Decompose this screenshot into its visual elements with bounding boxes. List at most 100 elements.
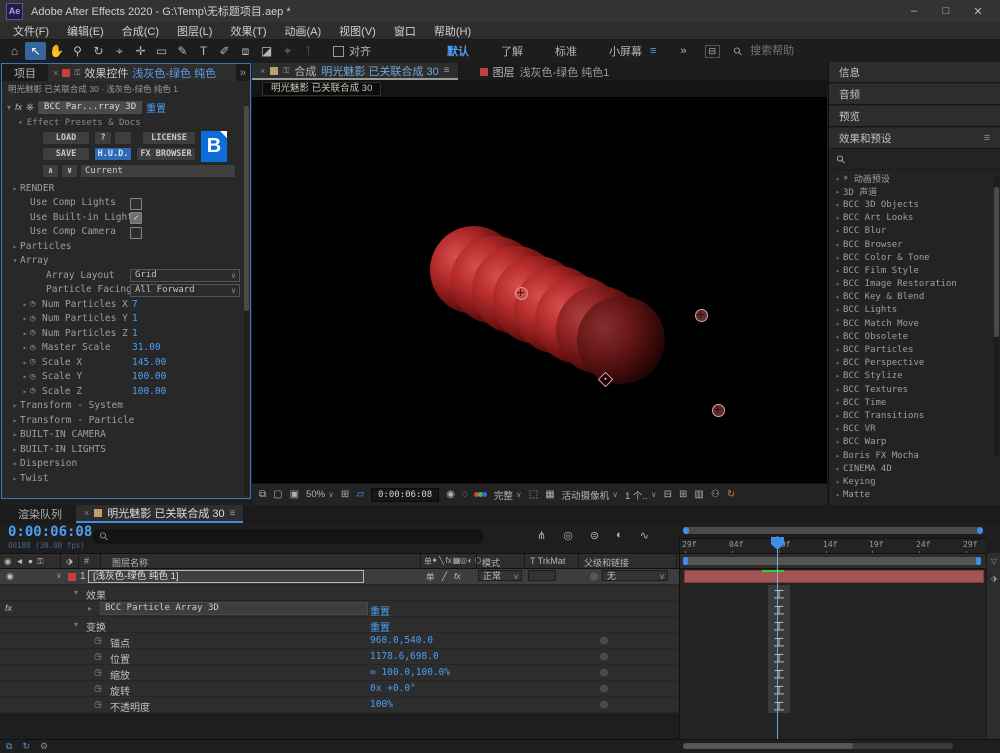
close-icon[interactable]: × <box>53 68 58 78</box>
property-value[interactable]: 100% <box>370 699 393 710</box>
effects-category[interactable]: ▸ Boris FX Mocha <box>829 449 1000 462</box>
param-value[interactable]: 1 <box>132 328 138 339</box>
twirl-icon[interactable]: ▸ <box>833 254 843 262</box>
transparency-grid-icon[interactable]: ▦ <box>545 489 554 500</box>
effects-category[interactable]: ▸ BCC Key & Blend <box>829 291 1000 304</box>
fast-previews-icon[interactable]: ▥ <box>694 489 703 500</box>
eye-icon[interactable]: ◉ <box>6 571 14 582</box>
view-layout-icon[interactable]: ⊟ <box>664 489 672 500</box>
layer-name[interactable]: [浅灰色-绿色 纯色 1] <box>88 570 364 583</box>
workspace-item[interactable]: 默认 <box>431 43 485 59</box>
keyframe-icon[interactable]: 工 <box>771 682 787 698</box>
effects-category[interactable]: ▸ 3D 声道 <box>829 185 1000 198</box>
property-label[interactable]: 旋转 <box>110 683 130 698</box>
menu-item[interactable]: 帮助(H) <box>425 23 480 39</box>
stopwatch-icon[interactable]: ◷ <box>94 635 102 646</box>
panel-menu-icon[interactable]: ≡ <box>230 508 236 519</box>
property-value[interactable]: ∞ 100.0,100.0% <box>370 667 450 678</box>
twirl-icon[interactable]: ▸ <box>833 372 843 380</box>
snapshot-icon[interactable]: ◉ <box>446 489 455 500</box>
effects-category[interactable]: ▸ BCC Blur <box>829 225 1000 238</box>
scrollbar-thumb[interactable] <box>244 106 249 311</box>
property-row[interactable]: ▾ 效果 工 <box>0 585 1000 601</box>
hud-button[interactable]: H.U.D. <box>94 147 132 161</box>
menu-item[interactable]: 图层(L) <box>168 23 221 39</box>
keyframe-icon[interactable]: 工 <box>771 618 787 634</box>
effect-param-row[interactable]: Use Comp Lights <box>2 196 245 211</box>
shield-icon[interactable]: ▽ <box>987 557 1000 566</box>
param-checkbox[interactable]: ✓ <box>130 212 142 224</box>
effects-category[interactable]: ▸ BCC Particles <box>829 343 1000 356</box>
timeline-h-scrollbar[interactable] <box>683 743 953 749</box>
mask-visibility-icon[interactable]: ▱ <box>356 489 364 500</box>
property-row[interactable]: ◷ 不透明度 100% ◎ 工 <box>0 697 1000 713</box>
stopwatch-icon[interactable]: ◷ <box>94 651 102 662</box>
stopwatch-icon[interactable]: ◷ <box>94 699 102 710</box>
effects-category[interactable]: ▸ BCC Lights <box>829 304 1000 317</box>
param-dropdown[interactable]: All Forward <box>130 284 240 297</box>
twirl-icon[interactable]: ▾ <box>74 620 78 629</box>
pan-behind-tool[interactable]: ✛ <box>130 42 151 60</box>
help-button[interactable]: ? <box>94 131 112 145</box>
brush-tool[interactable]: ✐ <box>214 42 235 60</box>
time-ruler[interactable]: 29f 04f 09f 14f 19f 24f 29f <box>680 538 986 554</box>
twirl-icon[interactable]: ▸ <box>833 465 843 473</box>
property-value[interactable]: 1178.6,698.0 <box>370 651 439 662</box>
timeline-settings-icon[interactable]: ⚙ <box>40 741 48 752</box>
gear-icon[interactable] <box>114 131 132 145</box>
track-divider[interactable] <box>679 535 680 739</box>
param-checkbox[interactable] <box>130 198 142 210</box>
pen-tool[interactable]: ✎ <box>172 42 193 60</box>
load-button[interactable]: LOAD <box>42 131 90 145</box>
twirl-icon[interactable]: ▸ <box>10 184 20 193</box>
twirl-icon[interactable]: ▸ <box>10 430 20 439</box>
menu-item[interactable]: 编辑(E) <box>58 23 113 39</box>
hand-tool[interactable]: ✋ <box>46 42 67 60</box>
effects-category[interactable]: ▸ BCC Obsolete <box>829 330 1000 343</box>
roto-brush-tool[interactable]: ✦ <box>277 42 298 60</box>
marker-icon[interactable]: ⬗ <box>987 574 1000 583</box>
twirl-icon[interactable]: ▸ <box>10 401 20 410</box>
effects-category[interactable]: ▸ BCC Art Looks <box>829 212 1000 225</box>
twirl-icon[interactable]: ▸ <box>833 214 843 222</box>
property-label[interactable]: 不透明度 <box>110 699 150 714</box>
keyframe-navigator-icon[interactable]: ◎ <box>600 651 608 662</box>
fx-switch-icon[interactable]: fx <box>454 571 461 581</box>
frame-blend-icon[interactable]: ⊜ <box>590 529 599 542</box>
effects-category[interactable]: ▸ BCC 3D Objects <box>829 198 1000 211</box>
puppet-pin-tool[interactable]: ⊺ <box>298 42 319 60</box>
param-value[interactable]: 1 <box>132 313 138 324</box>
twirl-icon[interactable]: ▾ <box>7 103 11 112</box>
workspace-edit-icon[interactable]: ⊟ <box>705 45 721 58</box>
stopwatch-icon[interactable]: ◷ <box>30 386 42 396</box>
keyframe-icon[interactable]: 工 <box>771 650 787 666</box>
twirl-icon[interactable]: ▸ <box>20 314 30 323</box>
reset-button[interactable]: 重置 <box>146 100 166 115</box>
twirl-icon[interactable]: ▸ <box>833 188 843 196</box>
effects-category[interactable]: ▸ BCC Match Move <box>829 317 1000 330</box>
blend-mode-select[interactable]: 正常∨ <box>478 570 522 581</box>
current-timecode[interactable]: 0:00:06:08 <box>8 524 92 540</box>
timeline-search[interactable]: ⚲ <box>92 529 484 544</box>
effects-category[interactable]: ▸ BCC Transitions <box>829 409 1000 422</box>
workspace-item[interactable]: 了解 <box>485 43 539 59</box>
parent-column-header[interactable]: 父级和链接 <box>584 556 629 569</box>
effects-category[interactable]: ▸ BCC Image Restoration <box>829 278 1000 291</box>
exposure-icon[interactable]: ↻ <box>727 489 735 500</box>
effect-param-row[interactable]: Particle Facing All Forward <box>2 283 245 298</box>
effects-category[interactable]: ▸ BCC Film Style <box>829 264 1000 277</box>
menu-item[interactable]: 视图(V) <box>330 23 385 39</box>
toggle-switches-icon[interactable]: ⧉ <box>6 741 12 752</box>
property-value[interactable]: 0x +0.0° <box>370 683 416 694</box>
next-preset-button[interactable]: ∨ <box>61 164 78 178</box>
home-tool[interactable]: ⌂ <box>4 42 25 60</box>
tab-effect-controls[interactable]: × ⚿ 效果控件 浅灰色-绿色 纯色 <box>48 64 236 81</box>
keyframe-icon[interactable]: 工 <box>771 666 787 682</box>
effects-category[interactable]: ▸ Keying <box>829 475 1000 488</box>
property-label[interactable]: 位置 <box>110 651 130 666</box>
mirror-viewer-icon[interactable]: ▣ <box>290 489 299 500</box>
maximize-icon[interactable]: □ <box>930 5 962 18</box>
twirl-icon[interactable]: ▸ <box>20 387 30 396</box>
twirl-icon[interactable]: ▸ <box>833 491 843 499</box>
tab-layer-viewer[interactable]: 图层 浅灰色-绿色 纯色1 <box>472 63 618 80</box>
